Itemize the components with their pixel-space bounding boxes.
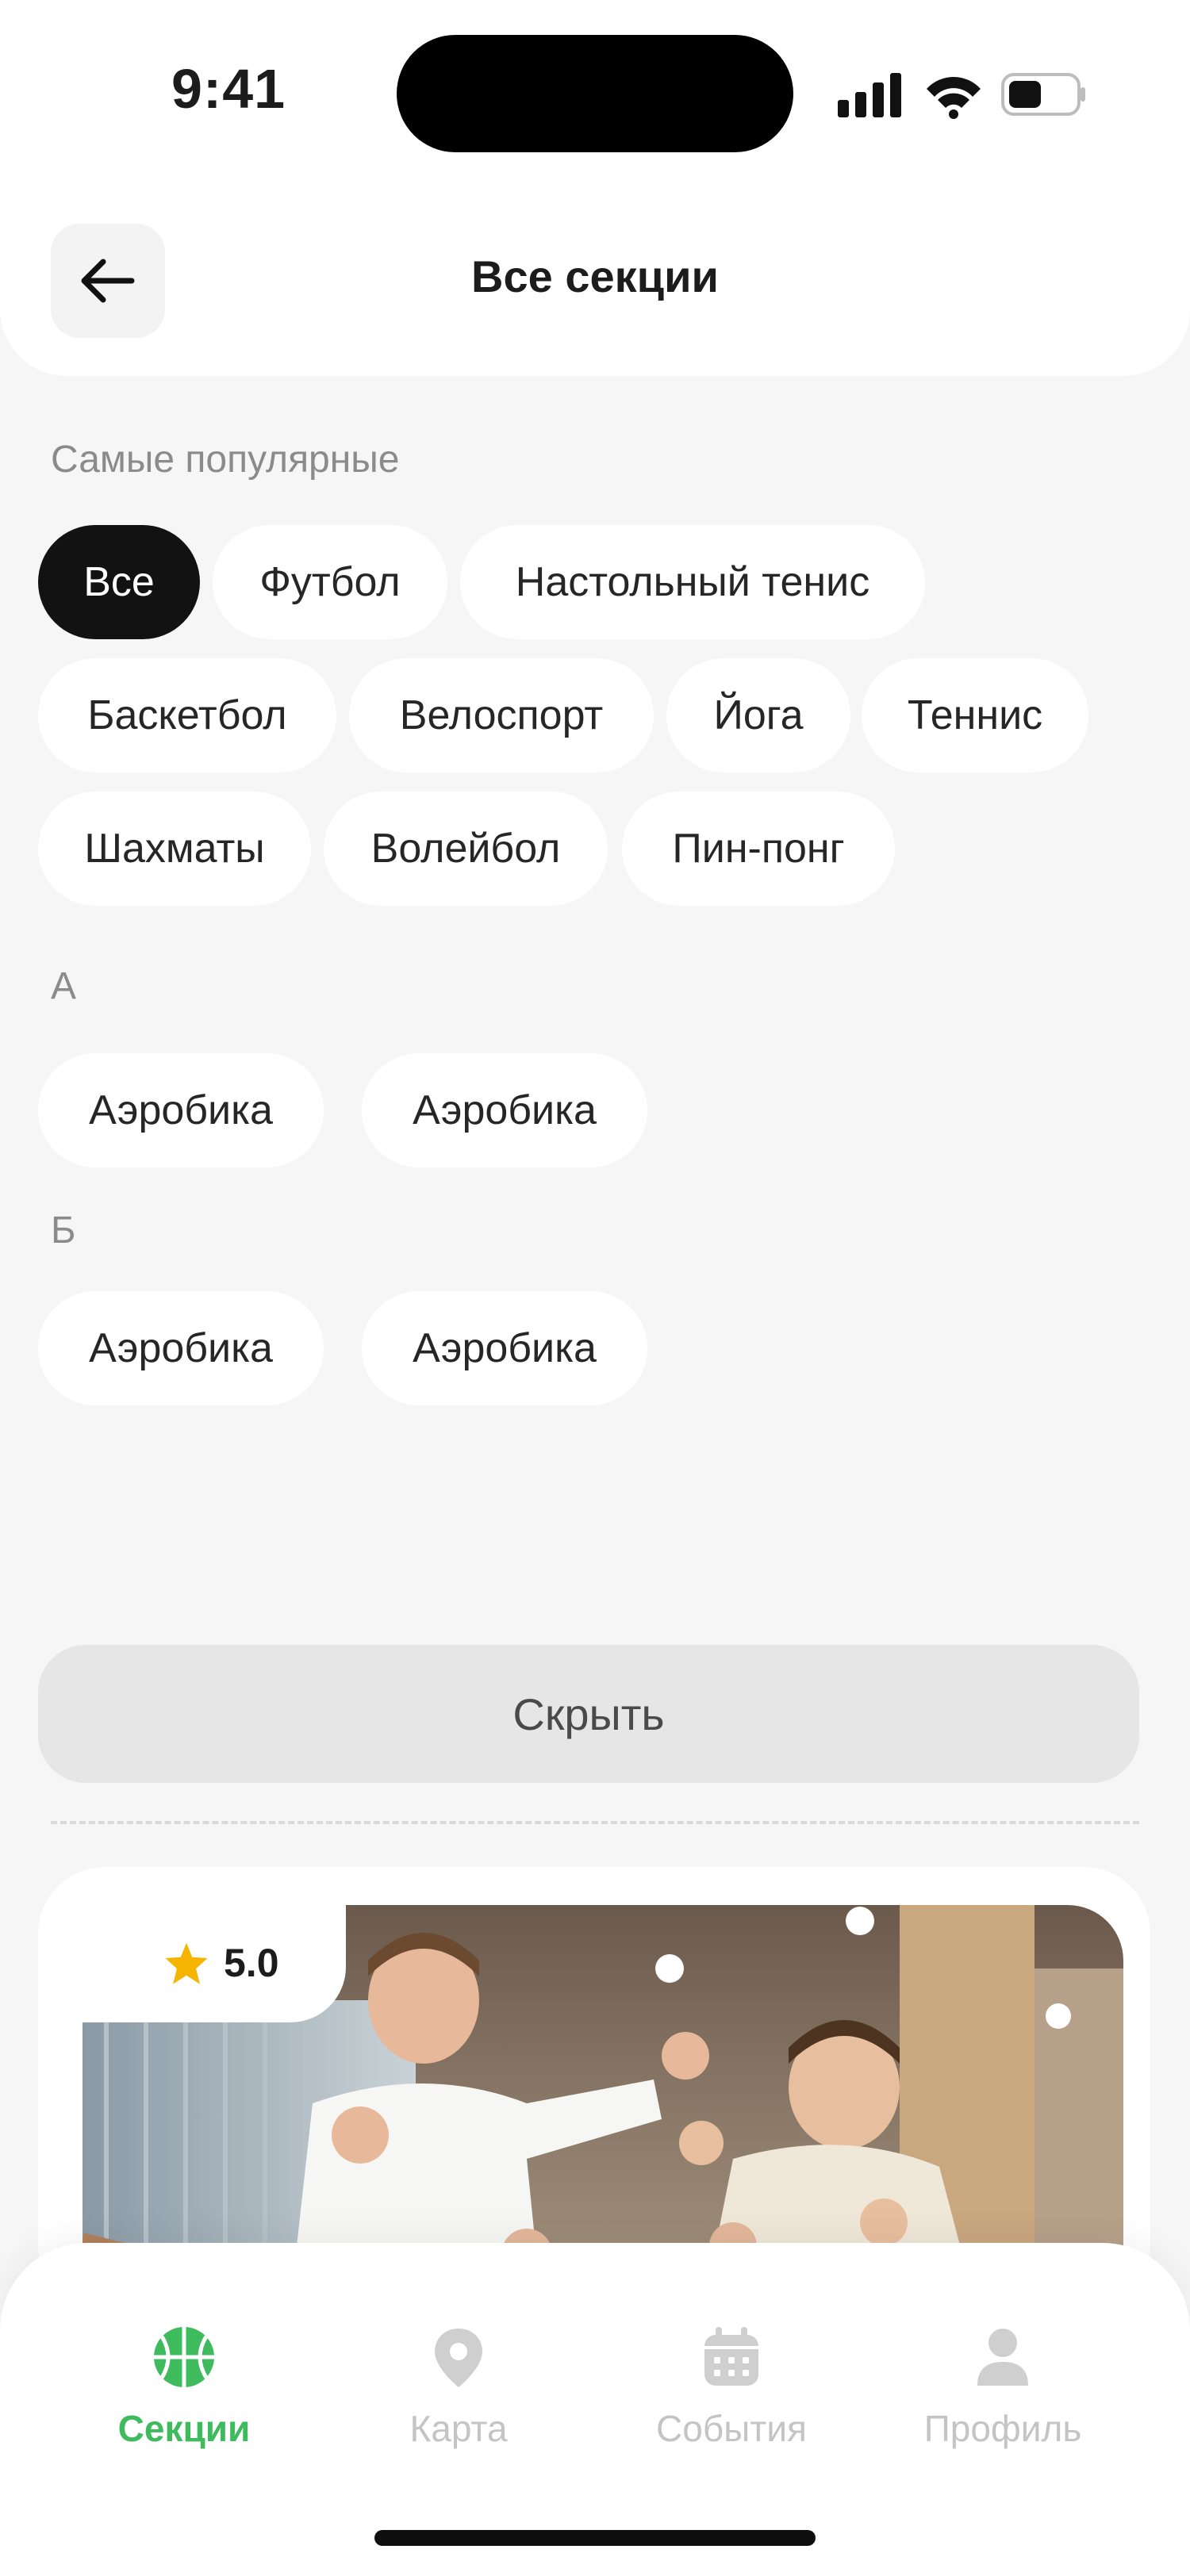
chip-basketball[interactable]: Баскетбол <box>38 658 336 772</box>
wifi-icon <box>927 76 981 119</box>
chip-aerobics[interactable]: Аэробика <box>38 1053 324 1167</box>
chip-ping-pong[interactable]: Пин-понг <box>622 792 895 906</box>
chip-aerobics[interactable]: Аэробика <box>38 1291 324 1405</box>
status-time: 9:41 <box>171 58 286 120</box>
hide-button[interactable]: Скрыть <box>38 1645 1139 1783</box>
star-icon <box>165 1942 208 1984</box>
tab-profile[interactable]: Профиль <box>876 2325 1130 2450</box>
chip-aerobics[interactable]: Аэробика <box>362 1291 647 1405</box>
chip-all[interactable]: Все <box>38 525 200 639</box>
tab-sections[interactable]: Секции <box>57 2325 311 2450</box>
tab-events[interactable]: События <box>605 2325 858 2450</box>
tab-label: События <box>656 2408 807 2449</box>
tab-bar: Секции Карта События Профиль <box>0 2243 1190 2576</box>
tab-label: Профиль <box>923 2408 1082 2449</box>
dynamic-island <box>397 35 793 152</box>
chip-football[interactable]: Футбол <box>213 525 447 639</box>
tab-label: Карта <box>409 2408 508 2449</box>
chip-cycling[interactable]: Велоспорт <box>349 658 654 772</box>
popular-label: Самые популярные <box>51 439 400 481</box>
profile-icon <box>977 2329 1028 2386</box>
rating-value: 5.0 <box>224 1941 279 1985</box>
tab-label: Секции <box>117 2408 251 2449</box>
chip-yoga[interactable]: Йога <box>666 658 850 772</box>
chip-volleyball[interactable]: Волейбол <box>324 792 608 906</box>
chip-chess[interactable]: Шахматы <box>38 792 311 906</box>
divider <box>51 1821 1139 1824</box>
chip-table-tennis[interactable]: Настольный тенис <box>460 525 925 639</box>
group-letter-b: Б <box>51 1209 76 1252</box>
signal-icon <box>838 73 901 117</box>
battery-icon <box>1001 73 1085 116</box>
header: 9:41 Все секции <box>0 0 1190 376</box>
home-indicator <box>374 2530 816 2546</box>
chip-aerobics[interactable]: Аэробика <box>362 1053 647 1167</box>
calendar-icon <box>704 2327 758 2386</box>
map-pin-icon <box>435 2329 482 2387</box>
tab-map[interactable]: Карта <box>332 2325 585 2450</box>
basketball-icon <box>154 2327 214 2387</box>
rating-badge: 5.0 <box>81 1903 346 2022</box>
chip-tennis[interactable]: Теннис <box>862 658 1088 772</box>
status-icons <box>833 67 1087 123</box>
group-letter-a: А <box>51 965 77 1007</box>
page-title: Все секции <box>471 251 719 301</box>
